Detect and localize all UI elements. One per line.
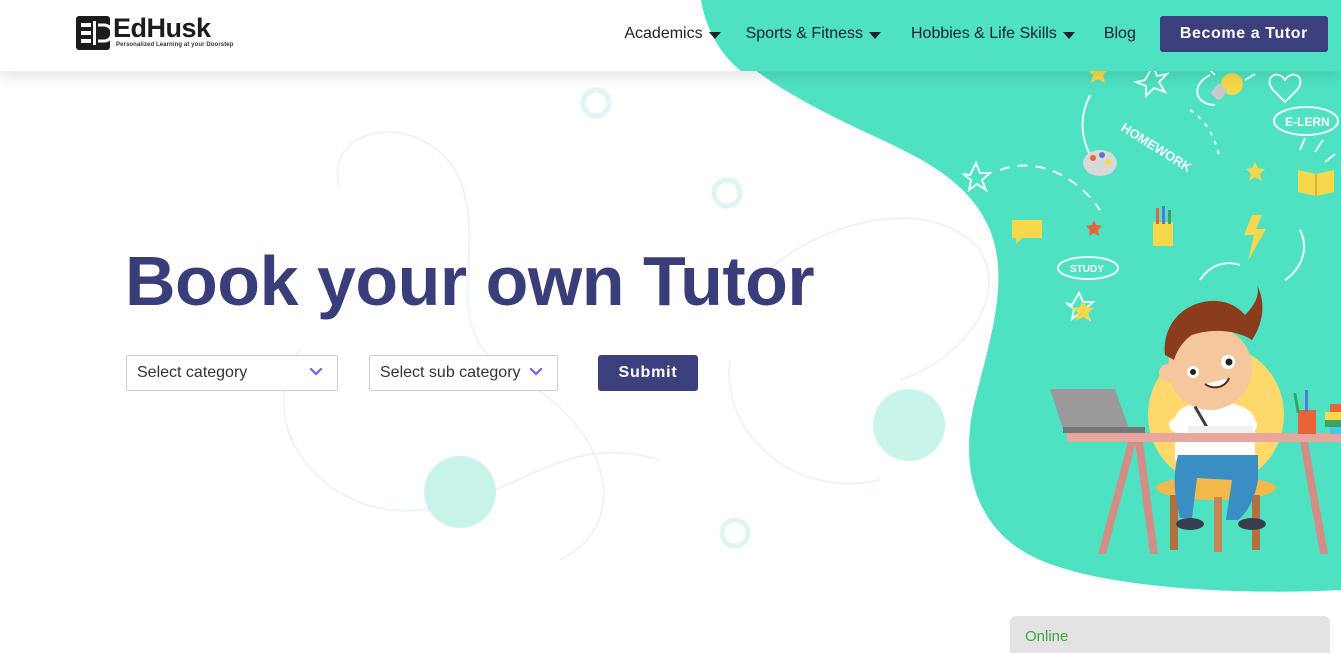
ring-decoration [711,177,743,209]
palette-icon [1083,150,1117,176]
site-header: EdHusk Personalized Learning at your Doo… [0,0,1341,71]
caret-down-icon [708,31,721,39]
filled-circle-decoration [424,456,496,528]
nav-academics-label: Academics [624,25,703,42]
nav-blog[interactable]: Blog [1104,25,1136,43]
nav-hobbies-label: Hobbies & Life Skills [910,25,1057,42]
chevron-down-icon [529,367,543,376]
category-select[interactable]: Select category [126,355,338,391]
ring-decoration [719,517,751,549]
caret-down-icon [1062,31,1075,39]
filled-circle-decoration [873,389,945,461]
category-select-value: Select category [137,364,248,381]
chat-widget[interactable]: Online [1010,616,1330,653]
chat-status: Online [1025,628,1069,645]
hero-background: HOMEWORK E-LERN STUDY [282,0,1341,592]
become-tutor-button[interactable]: Become a Tutor [1159,16,1328,52]
logo-text: EdHusk Personalized Learning at your Doo… [113,15,234,49]
chevron-down-icon [309,367,323,376]
study-word: STUDY [1070,264,1104,275]
subcategory-select-value: Select sub category [380,364,521,381]
brand-name: EdHusk [113,13,211,43]
caret-down-icon [868,31,881,39]
logo-mark-icon [76,16,111,50]
nav-sports-fitness[interactable]: Sports & Fitness [746,25,881,43]
edhusk-logo[interactable]: EdHusk Personalized Learning at your Doo… [75,15,234,53]
nav-academics[interactable]: Academics [624,25,721,43]
pencil-cup-icon [1153,206,1173,246]
subcategory-select[interactable]: Select sub category [369,355,558,391]
faint-wave-line [728,359,881,485]
brand-tagline: Personalized Learning at your Doorstep [116,42,234,48]
main-nav: Academics Sports & Fitness Hobbies & Lif… [624,16,1328,52]
nav-hobbies-life-skills[interactable]: Hobbies & Life Skills [911,25,1075,43]
submit-button[interactable]: Submit [598,355,698,391]
hero-title: Book your own Tutor [125,242,815,320]
nav-blog-label: Blog [1103,25,1136,42]
nav-sports-label: Sports & Fitness [745,25,863,42]
ring-decoration [580,87,612,119]
elearn-word: E-LERN [1285,115,1330,129]
